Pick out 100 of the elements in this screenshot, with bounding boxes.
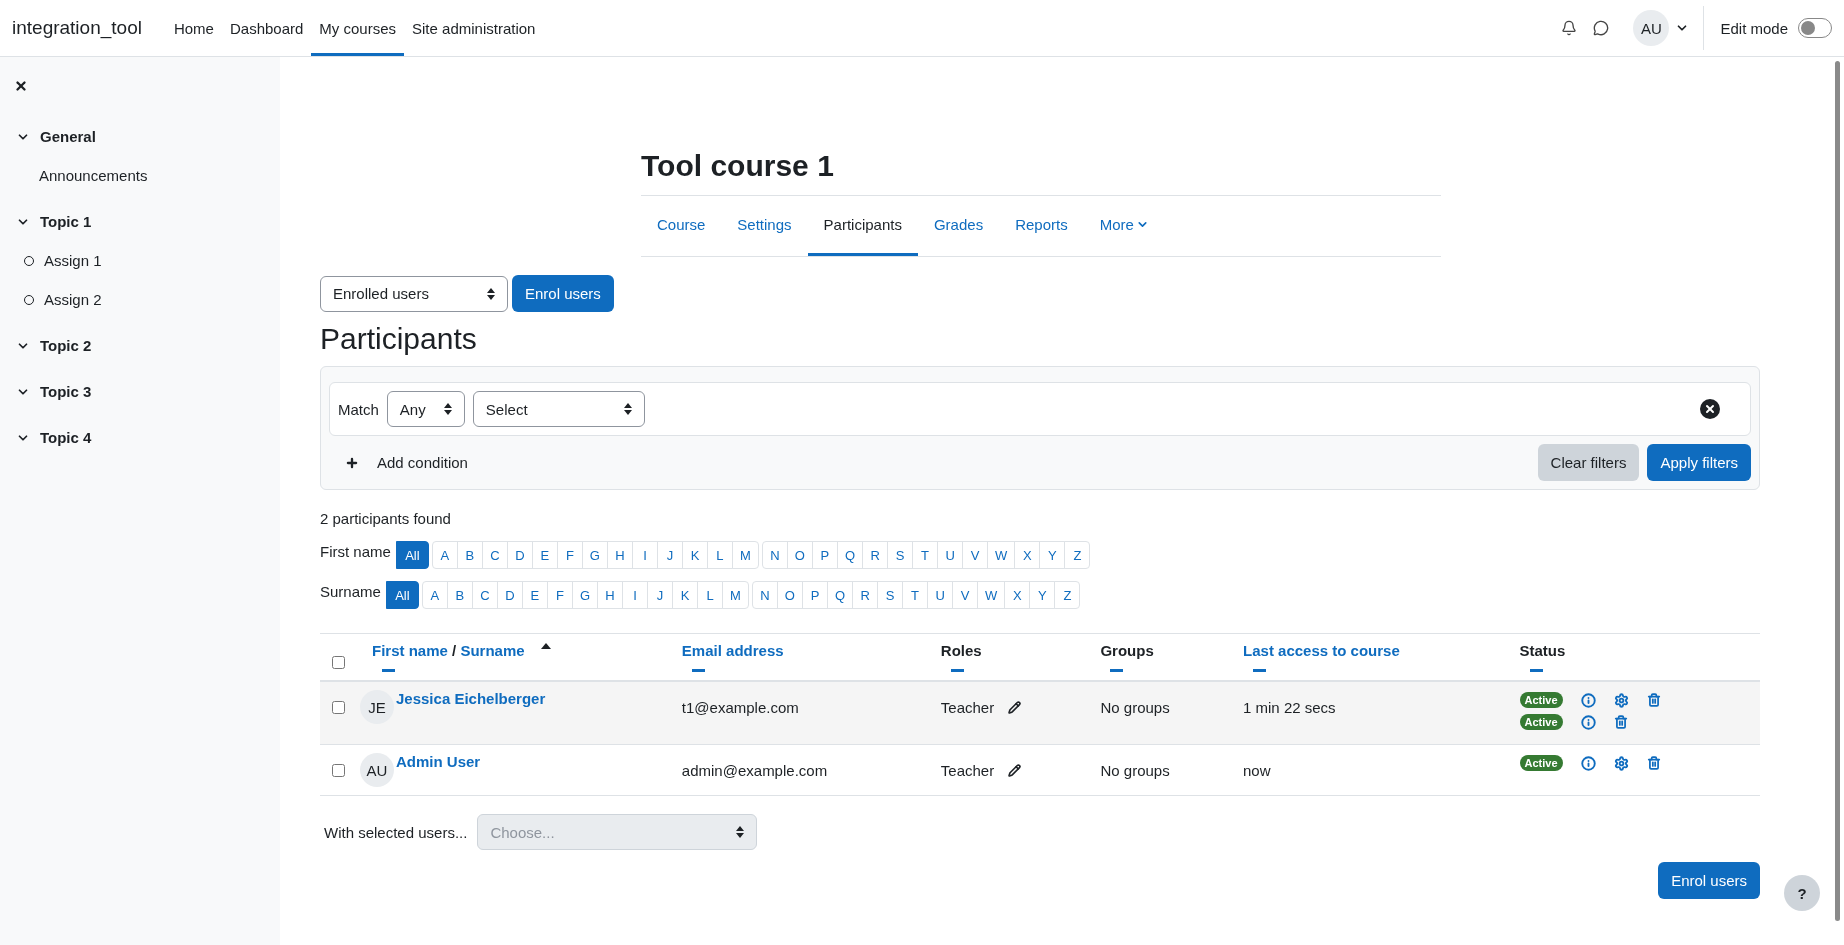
info-icon[interactable] — [1580, 714, 1596, 730]
initial-link[interactable]: R — [862, 541, 889, 569]
initial-link[interactable]: H — [597, 581, 623, 609]
initial-link[interactable]: P — [811, 541, 838, 569]
section-link[interactable]: Topic 3 — [40, 383, 92, 400]
column-sort-link[interactable]: First name — [372, 642, 448, 659]
course-tab[interactable]: Participants — [807, 196, 918, 256]
initial-link[interactable]: U — [927, 581, 954, 609]
initial-link[interactable]: Z — [1064, 541, 1091, 569]
initial-link[interactable]: X — [1014, 541, 1041, 569]
initial-link[interactable]: J — [647, 581, 673, 609]
row-checkbox[interactable] — [332, 701, 345, 714]
initial-link[interactable]: S — [887, 541, 914, 569]
collapse-column-icon[interactable] — [691, 669, 705, 672]
trash-icon[interactable] — [1646, 756, 1661, 770]
initial-link[interactable]: S — [877, 581, 904, 609]
scrollbar-thumb[interactable] — [1835, 61, 1840, 921]
initial-link[interactable]: J — [657, 541, 683, 569]
initial-link[interactable]: O — [786, 541, 813, 569]
initial-link[interactable]: M — [732, 541, 759, 569]
initial-link[interactable]: R — [852, 581, 879, 609]
clear-filters-button[interactable]: Clear filters — [1537, 444, 1640, 481]
initial-link[interactable]: I — [622, 581, 648, 609]
nav-link[interactable]: My courses — [311, 0, 405, 56]
initial-link[interactable]: M — [722, 581, 749, 609]
settings-icon[interactable] — [1613, 692, 1629, 708]
section-link[interactable]: Topic 2 — [40, 337, 92, 354]
initial-link[interactable]: D — [496, 581, 523, 609]
nav-link[interactable]: Home — [165, 0, 222, 56]
initial-link[interactable]: F — [546, 581, 573, 609]
initial-link[interactable]: N — [751, 581, 778, 609]
select-all-checkbox[interactable] — [332, 656, 345, 669]
initial-link[interactable]: A — [431, 541, 458, 569]
help-button[interactable]: ? — [1784, 875, 1820, 911]
match-select[interactable]: Any — [386, 391, 465, 427]
course-tab[interactable]: Settings — [721, 196, 808, 256]
initial-link[interactable]: D — [506, 541, 533, 569]
edit-mode-switch[interactable] — [1798, 18, 1832, 38]
initial-link[interactable]: A — [421, 581, 448, 609]
initial-link[interactable]: N — [761, 541, 788, 569]
nav-link[interactable]: Site administration — [404, 0, 544, 56]
initial-link[interactable]: G — [581, 541, 608, 569]
enrol-users-button[interactable]: Enrol users — [512, 275, 614, 312]
initial-link[interactable]: T — [912, 541, 939, 569]
initial-link[interactable]: Z — [1054, 581, 1081, 609]
enrol-users-button[interactable]: Enrol users — [1658, 862, 1760, 899]
collapse-column-icon[interactable] — [1253, 669, 1267, 672]
column-sort-link[interactable]: Surname — [460, 642, 525, 659]
view-select[interactable]: Enrolled users — [320, 275, 508, 312]
initial-link[interactable]: B — [456, 541, 483, 569]
initial-link[interactable]: E — [531, 541, 558, 569]
initial-link[interactable]: L — [697, 581, 723, 609]
initial-link[interactable]: W — [977, 581, 1006, 609]
nav-link[interactable]: Dashboard — [221, 0, 312, 56]
user-name-link[interactable]: Admin User — [396, 753, 481, 770]
course-tab[interactable]: More — [1083, 196, 1165, 256]
site-name[interactable]: integration_tool — [12, 0, 142, 56]
course-tab[interactable]: Grades — [917, 196, 1000, 256]
initial-link[interactable]: L — [707, 541, 733, 569]
close-icon[interactable] — [14, 79, 28, 93]
add-condition-link[interactable]: Add condition — [329, 454, 484, 471]
activity-link[interactable]: Announcements — [39, 167, 148, 184]
notifications-icon[interactable] — [1561, 20, 1578, 36]
initial-link[interactable]: U — [937, 541, 964, 569]
pencil-icon[interactable] — [1008, 764, 1022, 777]
initial-link[interactable]: All — [385, 581, 419, 609]
initial-link[interactable]: B — [446, 581, 473, 609]
initial-link[interactable]: P — [801, 581, 828, 609]
settings-icon[interactable] — [1613, 755, 1629, 771]
user-name-link[interactable]: Jessica Eichelberger — [396, 690, 546, 707]
initial-link[interactable]: F — [556, 541, 583, 569]
info-icon[interactable] — [1580, 692, 1596, 708]
pencil-icon[interactable] — [1008, 701, 1022, 714]
initial-link[interactable]: T — [902, 581, 929, 609]
activity-link[interactable]: Assign 2 — [44, 291, 102, 308]
collapse-column-icon[interactable] — [1110, 669, 1124, 672]
collapse-column-icon[interactable] — [950, 669, 964, 672]
section-link[interactable]: General — [40, 128, 96, 145]
column-sort-link[interactable]: Last access to course — [1243, 642, 1400, 659]
column-sort-link[interactable]: Email address — [681, 642, 784, 659]
section-link[interactable]: Topic 4 — [40, 429, 92, 446]
initial-link[interactable]: C — [471, 581, 498, 609]
initial-link[interactable]: E — [521, 581, 548, 609]
initial-link[interactable]: Y — [1029, 581, 1056, 609]
user-avatar[interactable]: AU — [1633, 10, 1670, 46]
collapse-column-icon[interactable] — [1529, 669, 1543, 672]
initial-link[interactable]: X — [1004, 581, 1031, 609]
course-tab[interactable]: Course — [641, 196, 722, 256]
initial-link[interactable]: Y — [1039, 541, 1066, 569]
initial-link[interactable]: C — [481, 541, 508, 569]
initial-link[interactable]: V — [952, 581, 979, 609]
trash-icon[interactable] — [1613, 715, 1628, 729]
trash-icon[interactable] — [1646, 693, 1661, 707]
initial-link[interactable]: W — [987, 541, 1016, 569]
initial-link[interactable]: K — [672, 581, 698, 609]
initial-link[interactable]: H — [607, 541, 633, 569]
activity-link[interactable]: Assign 1 — [44, 252, 102, 269]
initial-link[interactable]: K — [682, 541, 708, 569]
messages-icon[interactable] — [1593, 20, 1610, 36]
initial-link[interactable]: V — [962, 541, 989, 569]
